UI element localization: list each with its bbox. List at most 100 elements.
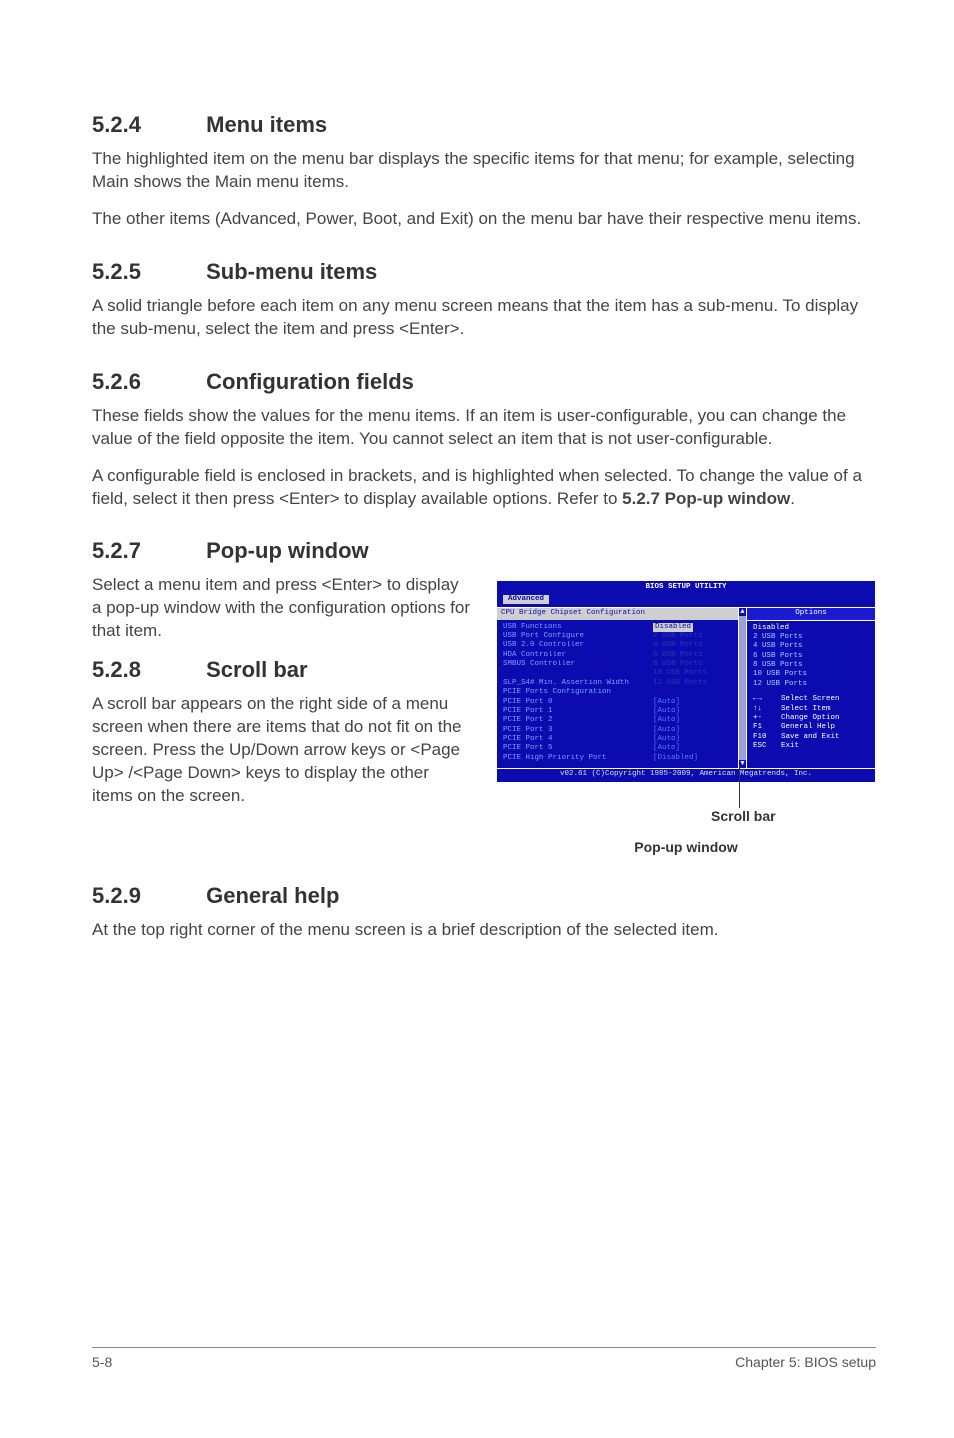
bios-row: PCIE High Priority Port[Disabled] xyxy=(503,754,734,763)
para: At the top right corner of the menu scre… xyxy=(92,919,876,942)
heading-527: 5.2.7 Pop-up window xyxy=(92,538,876,564)
page-footer: 5-8 Chapter 5: BIOS setup xyxy=(92,1347,876,1370)
bios-key-help: ESCExit xyxy=(753,742,869,751)
page-number: 5-8 xyxy=(92,1354,112,1370)
bios-row: SLP_S4# Min. Assertion Width12 USB Ports xyxy=(503,679,734,688)
bios-option: 4 USB Ports xyxy=(753,642,869,651)
bios-row-label xyxy=(503,669,653,678)
bios-row-label: USB 2.0 Controller xyxy=(503,641,653,650)
bios-row: USB 2.0 Controller4 USB Ports xyxy=(503,641,734,650)
bios-row: PCIE Port 5[Auto] xyxy=(503,744,734,753)
heading-title: Scroll bar xyxy=(206,657,307,682)
bios-option: 12 USB Ports xyxy=(753,680,869,689)
para: A configurable field is enclosed in brac… xyxy=(92,465,876,511)
bios-row: PCIE Port 0[Auto] xyxy=(503,698,734,707)
heading-title: Sub-menu items xyxy=(206,259,377,284)
bios-row-value: [Disabled] xyxy=(653,754,734,763)
bios-row-label: SMBUS Controller xyxy=(503,660,653,669)
bios-row-label: PCIE Port 1 xyxy=(503,707,653,716)
heading-title: General help xyxy=(206,883,339,908)
bios-tabbar: Advanced xyxy=(497,594,875,607)
bios-option: 6 USB Ports xyxy=(753,652,869,661)
bios-row-value xyxy=(653,688,734,697)
bios-row-label: USB Functions xyxy=(503,623,653,632)
bios-row-value: 10 USB Ports xyxy=(653,669,734,678)
bios-row-label: USB Port Configure xyxy=(503,632,653,641)
para: Select a menu item and press <Enter> to … xyxy=(92,574,472,643)
bios-row-label: PCIE Port 4 xyxy=(503,735,653,744)
bios-option: Disabled xyxy=(753,624,869,633)
bios-row-label: PCIE Ports Configuration xyxy=(503,688,653,697)
heading-title: Pop-up window xyxy=(206,538,369,563)
heading-num: 5.2.4 xyxy=(92,112,200,138)
para: The highlighted item on the menu bar dis… xyxy=(92,148,876,194)
para: A scroll bar appears on the right side o… xyxy=(92,693,472,808)
bios-row: HDA Controller6 USB Ports xyxy=(503,651,734,660)
heading-num: 5.2.7 xyxy=(92,538,200,564)
bios-option: 2 USB Ports xyxy=(753,633,869,642)
heading-num: 5.2.9 xyxy=(92,883,200,909)
bios-row: PCIE Port 4[Auto] xyxy=(503,735,734,744)
bios-row-label: PCIE Port 3 xyxy=(503,726,653,735)
para: These fields show the values for the men… xyxy=(92,405,876,451)
bios-left-title: CPU Bridge Chipset Configuration xyxy=(497,608,738,619)
bios-row-value: [Auto] xyxy=(653,707,734,716)
scroll-down-icon[interactable]: ▼ xyxy=(739,760,746,768)
para-bold: 5.2.7 Pop-up window xyxy=(622,489,790,508)
bios-row-value: [Auto] xyxy=(653,735,734,744)
para: The other items (Advanced, Power, Boot, … xyxy=(92,208,876,231)
bios-row-label: PCIE High Priority Port xyxy=(503,754,653,763)
heading-num: 5.2.5 xyxy=(92,259,200,285)
bios-tab-advanced: Advanced xyxy=(503,595,549,604)
bios-row: PCIE Port 3[Auto] xyxy=(503,726,734,735)
chapter-label: Chapter 5: BIOS setup xyxy=(735,1354,876,1370)
bios-footer: v02.61 (C)Copyright 1985-2009, American … xyxy=(497,768,875,781)
scroll-track[interactable] xyxy=(739,616,746,760)
bios-row: USB Port Configure2 USB Ports xyxy=(503,632,734,641)
bios-right-pane: Options Disabled2 USB Ports4 USB Ports6 … xyxy=(747,608,875,768)
para: A solid triangle before each item on any… xyxy=(92,295,876,341)
heading-num: 5.2.8 xyxy=(92,657,200,683)
bios-left-pane: CPU Bridge Chipset Configuration USB Fun… xyxy=(497,608,739,768)
bios-row-value: 2 USB Ports xyxy=(653,632,734,641)
para-text: . xyxy=(790,489,795,508)
bios-row-value: [Auto] xyxy=(653,744,734,753)
bios-key-help: ←→Select Screen xyxy=(753,695,869,704)
bios-row: SMBUS Controller8 USB Ports xyxy=(503,660,734,669)
bios-scrollbar[interactable]: ▲ ▼ xyxy=(739,608,747,768)
bios-row-value: [Auto] xyxy=(653,716,734,725)
bios-option: 8 USB Ports xyxy=(753,661,869,670)
caption-scrollbar: Scroll bar xyxy=(711,808,776,824)
bios-row: PCIE Ports Configuration xyxy=(503,688,734,697)
bios-screenshot: BIOS SETUP UTILITY Advanced CPU Bridge C… xyxy=(496,580,876,782)
bios-row-label: PCIE Port 2 xyxy=(503,716,653,725)
bios-row: 10 USB Ports xyxy=(503,669,734,678)
bios-option: 10 USB Ports xyxy=(753,670,869,679)
bios-row: PCIE Port 1[Auto] xyxy=(503,707,734,716)
bios-key-help: +-Change Option xyxy=(753,714,869,723)
bios-row-label: PCIE Port 0 xyxy=(503,698,653,707)
heading-529: 5.2.9 General help xyxy=(92,883,876,909)
heading-528: 5.2.8 Scroll bar xyxy=(92,657,472,683)
bios-row-label: PCIE Port 5 xyxy=(503,744,653,753)
bios-row-value: [Auto] xyxy=(653,726,734,735)
heading-524: 5.2.4 Menu items xyxy=(92,112,876,138)
bios-row-value: 12 USB Ports xyxy=(653,679,734,688)
bios-row: PCIE Port 2[Auto] xyxy=(503,716,734,725)
callout-line xyxy=(739,766,740,808)
scroll-up-icon[interactable]: ▲ xyxy=(739,608,746,616)
heading-526: 5.2.6 Configuration fields xyxy=(92,369,876,395)
bios-row-value: 4 USB Ports xyxy=(653,641,734,650)
bios-row-value: [Auto] xyxy=(653,698,734,707)
heading-525: 5.2.5 Sub-menu items xyxy=(92,259,876,285)
bios-options-title: Options xyxy=(747,608,875,620)
bios-row-label: HDA Controller xyxy=(503,651,653,660)
bios-row-value: Disabled xyxy=(653,623,734,632)
bios-key-help: ↑↓Select Item xyxy=(753,705,869,714)
bios-row: USB FunctionsDisabled xyxy=(503,623,734,632)
heading-num: 5.2.6 xyxy=(92,369,200,395)
bios-title: BIOS SETUP UTILITY xyxy=(497,581,875,593)
bios-key-help: F1General Help xyxy=(753,723,869,732)
heading-title: Configuration fields xyxy=(206,369,414,394)
bios-row-value: 6 USB Ports xyxy=(653,651,734,660)
